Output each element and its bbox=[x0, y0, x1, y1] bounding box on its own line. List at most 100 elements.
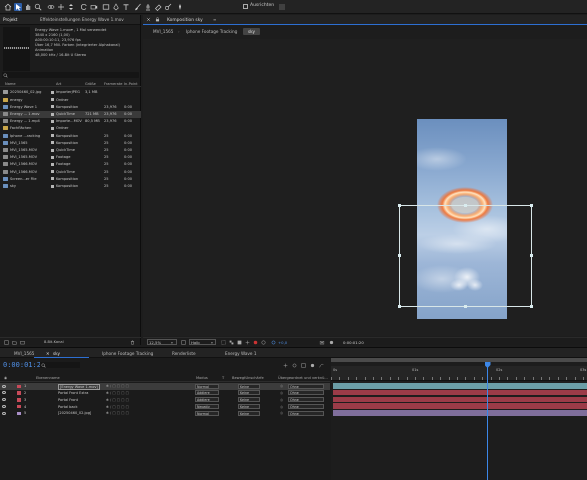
project-item[interactable]: 20250460_02.jpg ImporterJPEG 3,1 MB bbox=[0, 89, 141, 96]
label-color-swatch[interactable] bbox=[51, 98, 54, 102]
column-size[interactable]: Größe bbox=[85, 82, 96, 86]
track-matte-dropdown[interactable]: Keine bbox=[238, 390, 260, 396]
label-color-swatch[interactable] bbox=[51, 134, 54, 138]
label-color-swatch[interactable] bbox=[51, 105, 54, 109]
tab-effect-controls[interactable]: Effekteinstellungen Energy Wave 1.mov bbox=[40, 17, 124, 22]
eraser-icon[interactable] bbox=[154, 3, 162, 11]
layer-row[interactable]: 1 [Energy Wave 1.mov] ✱ / □ □ □ □ Normal Kei… bbox=[0, 383, 330, 391]
dolly-camera-icon[interactable] bbox=[67, 3, 75, 11]
layer-row[interactable]: 5 [20250460_02.jpg] ✱ / □ □ □ □ Normal Keine… bbox=[0, 410, 330, 417]
brush-tool-icon[interactable] bbox=[134, 3, 142, 11]
timeline-timecode[interactable]: 0:00:01:20 bbox=[3, 361, 45, 369]
parent-dropdown[interactable]: Ohne bbox=[288, 383, 324, 389]
transform-handle[interactable] bbox=[464, 204, 467, 207]
tab-project[interactable]: Projekt bbox=[3, 17, 17, 22]
transform-handle[interactable] bbox=[398, 254, 401, 257]
layer-name[interactable]: [20250460_02.jpg] bbox=[58, 411, 91, 415]
timeline-tracks[interactable]: 0s 01s 02s 03s bbox=[331, 358, 587, 480]
column-framerate[interactable]: Framerate bbox=[104, 82, 123, 86]
transform-handle[interactable] bbox=[530, 305, 533, 308]
frame-blending-icon[interactable] bbox=[301, 363, 306, 368]
label-color-swatch[interactable] bbox=[51, 112, 54, 116]
transform-handle[interactable] bbox=[464, 305, 467, 308]
type-tool-icon[interactable] bbox=[122, 3, 130, 11]
exposure-value[interactable]: +0,0 bbox=[278, 340, 287, 345]
layer-switches[interactable]: ✱ / □ □ □ □ bbox=[106, 411, 129, 415]
camera-tool-icon[interactable] bbox=[90, 3, 98, 11]
region-of-interest-icon[interactable] bbox=[221, 339, 226, 345]
interpret-footage-icon[interactable] bbox=[4, 339, 9, 345]
column-in-point[interactable]: In-Point bbox=[124, 82, 138, 86]
visibility-eye-icon[interactable] bbox=[2, 384, 6, 388]
home-icon[interactable] bbox=[4, 3, 12, 11]
snapshot-camera-icon[interactable] bbox=[319, 340, 325, 345]
close-icon[interactable] bbox=[146, 17, 151, 22]
transform-handle[interactable] bbox=[530, 254, 533, 257]
label-color-swatch[interactable] bbox=[51, 177, 54, 181]
layer-name[interactable]: Portal Front Extra bbox=[58, 391, 88, 395]
layer-switches[interactable]: ✱ / □ □ □ □ bbox=[106, 391, 129, 395]
shy-layers-icon[interactable] bbox=[292, 363, 297, 368]
new-folder-icon[interactable] bbox=[12, 340, 17, 345]
timeline-tab-mvi-1565[interactable]: MVI_1565 bbox=[14, 351, 34, 356]
align-options-icon[interactable] bbox=[278, 3, 286, 11]
column-name[interactable]: Name bbox=[5, 82, 16, 86]
trash-icon[interactable] bbox=[130, 340, 135, 345]
column-layer-name[interactable]: Ebenenname bbox=[36, 376, 60, 380]
layer-switches[interactable]: ✱ / □ □ □ □ bbox=[106, 405, 129, 409]
layer-name[interactable]: Portal back bbox=[58, 405, 78, 409]
project-item[interactable]: MVI_1565 Komposition 25 0:00 bbox=[0, 139, 141, 146]
graph-editor-icon[interactable] bbox=[319, 363, 324, 368]
project-item[interactable]: MVI_1566.MOV QuickTime 25 0:00 bbox=[0, 168, 141, 175]
label-color-swatch[interactable] bbox=[51, 163, 54, 166]
layer-duration-bar[interactable] bbox=[333, 396, 587, 403]
time-ruler[interactable]: 0s 01s 02s 03s bbox=[331, 366, 587, 381]
roto-brush-icon[interactable] bbox=[164, 3, 172, 11]
rotate-tool-icon[interactable] bbox=[80, 3, 88, 11]
puppet-pin-icon[interactable] bbox=[176, 3, 184, 11]
fit-icon[interactable] bbox=[181, 339, 186, 345]
visibility-eye-icon[interactable] bbox=[2, 398, 6, 402]
new-composition-icon[interactable] bbox=[20, 340, 25, 345]
label-color-swatch[interactable] bbox=[51, 155, 54, 159]
project-item[interactable]: Fachflächen Ordner bbox=[0, 125, 141, 132]
comp-tab-sky[interactable]: sky bbox=[243, 28, 260, 35]
project-item[interactable]: energy Ordner bbox=[0, 96, 141, 103]
track-matte-dropdown[interactable]: Keine bbox=[238, 410, 260, 416]
menu-icon[interactable]: ≡ bbox=[213, 17, 216, 22]
layer-switches[interactable]: ✱ / □ □ □ □ bbox=[106, 398, 129, 402]
column-parent[interactable]: Übergeordnet und verknü... bbox=[278, 376, 328, 380]
parent-dropdown[interactable]: Ohne bbox=[288, 397, 324, 403]
project-item[interactable]: Energy ... 1.mov QuickTime 721 MB 23,976 0:0… bbox=[0, 110, 141, 118]
align-checkbox[interactable] bbox=[243, 4, 248, 9]
bit-depth-label[interactable]: 8-Bit-Kanal bbox=[44, 340, 64, 344]
mask-visibility-icon[interactable] bbox=[237, 340, 242, 345]
layer-label-swatch[interactable] bbox=[17, 391, 21, 395]
comp-tab-mvi-1565[interactable]: MVI_1565 bbox=[153, 29, 173, 34]
project-item[interactable]: sky Komposition 25 0:00 bbox=[0, 183, 141, 190]
grid-guides-icon[interactable] bbox=[245, 340, 250, 345]
comp-tab-iphone-tracking[interactable]: Iphone Footage Tracking bbox=[186, 29, 237, 34]
project-item[interactable]: MVI_1565.MOV Footage 25 0:00 bbox=[0, 154, 141, 161]
project-search-input[interactable] bbox=[2, 72, 139, 78]
label-color-swatch[interactable] bbox=[51, 184, 54, 188]
label-color-swatch[interactable] bbox=[51, 91, 54, 94]
layer-label-swatch[interactable] bbox=[17, 404, 21, 409]
layer-duration-bar[interactable] bbox=[333, 389, 587, 396]
layer-duration-bar[interactable] bbox=[333, 403, 587, 409]
label-color-swatch[interactable] bbox=[51, 119, 54, 123]
transform-handle[interactable] bbox=[398, 305, 401, 308]
color-management-icon[interactable] bbox=[261, 340, 266, 345]
label-color-swatch[interactable] bbox=[51, 141, 54, 145]
work-area-bar[interactable] bbox=[331, 358, 587, 362]
visibility-eye-icon[interactable] bbox=[2, 404, 6, 408]
show-snapshot-icon[interactable] bbox=[329, 340, 334, 345]
motion-blur-icon[interactable] bbox=[310, 363, 315, 368]
layer-label-swatch[interactable] bbox=[17, 411, 21, 416]
hand-tool-icon[interactable] bbox=[24, 3, 32, 11]
composition-flowchart-icon[interactable] bbox=[283, 363, 288, 368]
parent-dropdown[interactable]: Ohne bbox=[288, 390, 324, 396]
channel-icon[interactable] bbox=[253, 340, 258, 345]
layer-row[interactable]: 2 Portal Front Extra ✱ / □ □ □ □ Addiere Kei… bbox=[0, 390, 330, 397]
blend-mode-dropdown[interactable]: Addiere bbox=[195, 397, 219, 403]
